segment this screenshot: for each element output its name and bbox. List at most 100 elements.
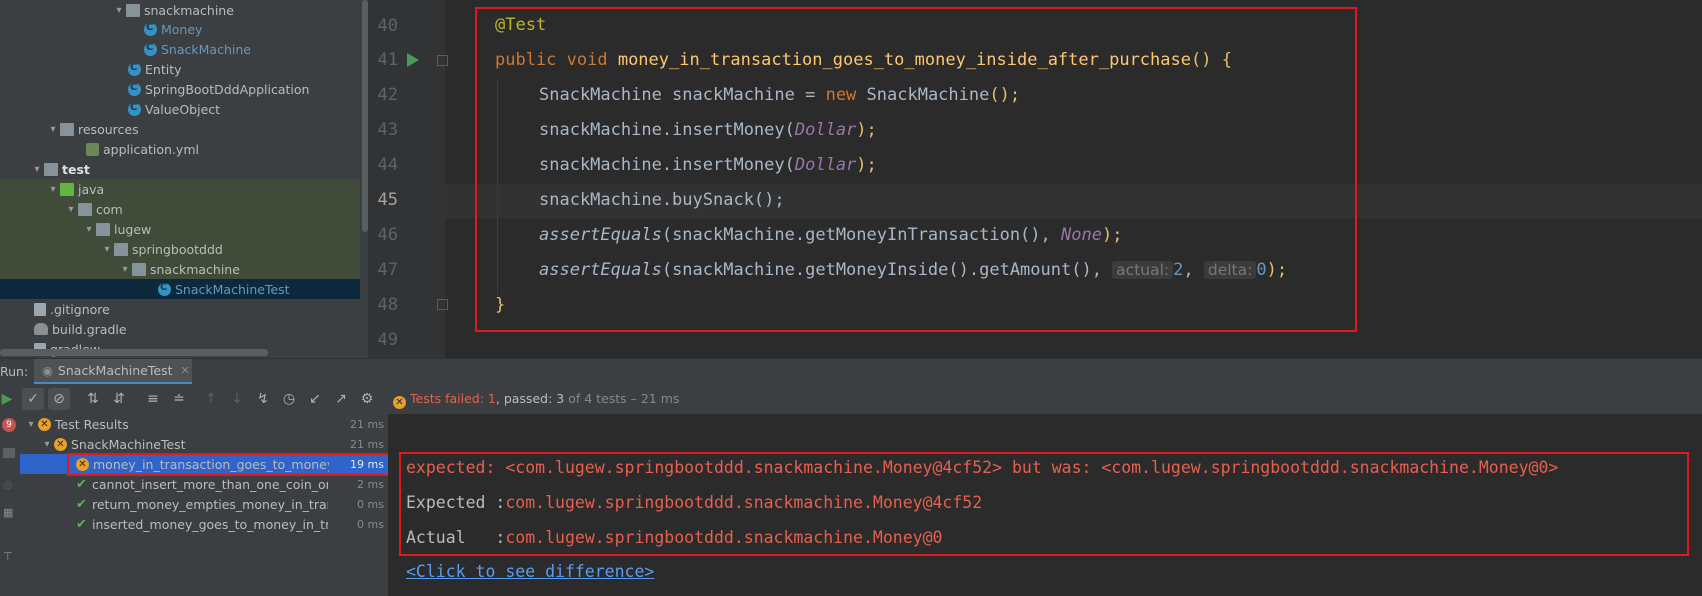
line-number: 44 — [377, 155, 398, 175]
tab-snackmachinetest[interactable]: ◉ SnackMachineTest ✕ — [34, 359, 192, 385]
tree-item-lugew[interactable]: ▾ lugew — [0, 219, 360, 239]
tree-item-entity[interactable]: Entity — [0, 59, 360, 79]
tree-item-snackmachine-test-package[interactable]: ▾ snackmachine — [0, 259, 360, 279]
line-number: 48 — [377, 295, 398, 315]
export-tests-icon[interactable]: ↗ — [330, 388, 352, 410]
run-side-strip: 9 ◎ ▦ ⊤ — [0, 414, 20, 596]
chevron-down-icon[interactable]: ▾ — [24, 419, 38, 430]
package-icon — [114, 242, 128, 256]
chevron-down-icon[interactable]: ▾ — [112, 5, 126, 16]
chevron-down-icon[interactable]: ▾ — [118, 264, 132, 275]
show-ignored-icon[interactable]: ⊘ — [48, 388, 70, 410]
test-folder-icon — [60, 182, 74, 196]
tree-item-com[interactable]: ▾ com — [0, 199, 360, 219]
tree-item-springbootddd[interactable]: ▾ springbootddd — [0, 239, 360, 259]
package-icon — [96, 222, 110, 236]
error-count-badge: 9 — [2, 418, 16, 432]
run-test-icon[interactable] — [407, 53, 419, 67]
class-icon — [128, 82, 141, 96]
line-number: 40 — [377, 16, 398, 36]
next-failed-icon[interactable]: ↓ — [226, 388, 248, 410]
tree-item-snackmachine[interactable]: ▾ snackmachine — [0, 0, 360, 20]
tree-item-resources[interactable]: ▾ resources — [0, 119, 360, 139]
layout-icon[interactable]: ▦ — [3, 506, 13, 519]
close-icon[interactable]: ✕ — [181, 364, 190, 377]
tree-item-application-yml[interactable]: application.yml — [0, 139, 360, 159]
test-row-passed[interactable]: ✔inserted_money_goes_to_money_in_transac… — [20, 514, 388, 534]
folder-icon — [126, 3, 140, 17]
class-icon — [158, 282, 171, 296]
rerun-icon[interactable]: ▶ — [0, 388, 18, 410]
chevron-down-icon[interactable]: ▾ — [46, 124, 60, 135]
package-icon — [132, 262, 146, 276]
settings-gear-icon[interactable]: ⚙ — [356, 388, 378, 410]
line-number: 47 — [377, 260, 398, 280]
tree-item-snackmachinetest[interactable]: SnackMachineTest — [0, 279, 360, 299]
tree-item-snackmachine-class[interactable]: SnackMachine — [0, 39, 360, 59]
chevron-down-icon[interactable]: ▾ — [46, 184, 60, 195]
test-row-passed[interactable]: ✔return_money_empties_money_in_transacti… — [20, 494, 388, 514]
class-icon — [144, 42, 157, 56]
line-number: 42 — [377, 85, 398, 105]
pin-icon[interactable]: ⊤ — [3, 550, 13, 563]
rerun-failed-icon[interactable]: ↯ — [252, 388, 274, 410]
tree-horizontal-scrollbar[interactable] — [0, 349, 268, 356]
sort-alphabetically-icon[interactable]: ⇅ — [82, 388, 104, 410]
collapse-all-icon[interactable]: ≐ — [168, 388, 190, 410]
pass-check-icon: ✔ — [76, 516, 87, 532]
failed-test-highlight-box — [67, 453, 393, 476]
tree-item-java[interactable]: ▾ java — [0, 179, 360, 199]
folder-icon — [44, 162, 58, 176]
see-difference-link[interactable]: <Click to see difference> — [406, 562, 654, 581]
import-tests-icon[interactable]: ↙ — [304, 388, 326, 410]
chevron-down-icon[interactable]: ▾ — [82, 224, 96, 235]
test-results-tree: ▾ ✕ Test Results 21 ms ▾ ✕ SnackMachineTest 21… — [20, 414, 388, 596]
chevron-down-icon[interactable]: ▾ — [100, 244, 114, 255]
sort-by-duration-icon[interactable]: ⇵ — [108, 388, 130, 410]
test-row-passed[interactable]: ✔cannot_insert_more_than_one_coin_or_not… — [20, 474, 388, 494]
tree-item-money[interactable]: Money — [0, 19, 360, 39]
code-highlight-box — [475, 7, 1357, 332]
gradle-icon: ◉ — [42, 363, 53, 378]
tree-node-snackmachinetest[interactable]: ▾ ✕ SnackMachineTest 21 ms — [20, 434, 388, 454]
run-label: Run: — [0, 364, 29, 379]
line-number: 43 — [377, 120, 398, 140]
console-highlight-box — [399, 452, 1689, 556]
run-toolbar: ▶ ✓ ⊘ ⇅ ⇵ ≡ ≐ ↑ ↓ ↯ ◷ ↙ ↗ ⚙ — [0, 384, 1702, 414]
package-icon — [78, 202, 92, 216]
tree-node-test-results[interactable]: ▾ ✕ Test Results 21 ms — [20, 414, 388, 434]
tree-item-gitignore[interactable]: .gitignore — [0, 299, 360, 319]
pass-check-icon: ✔ — [76, 476, 87, 492]
tree-item-springbootdddapplication[interactable]: SpringBootDddApplication — [0, 79, 360, 99]
camera-icon[interactable]: ◎ — [3, 478, 13, 491]
tree-item-valueobject[interactable]: ValueObject — [0, 99, 360, 119]
test-summary: ✕ Tests failed: 1, passed: 3 of 4 tests –… — [393, 391, 679, 409]
line-number: 46 — [377, 225, 398, 245]
folder-icon — [60, 122, 74, 136]
file-icon — [34, 302, 46, 316]
pass-check-icon: ✔ — [76, 496, 87, 512]
class-icon — [128, 62, 141, 76]
test-history-icon[interactable]: ◷ — [278, 388, 300, 410]
fold-icon[interactable] — [437, 55, 448, 66]
fail-icon: ✕ — [38, 417, 51, 431]
line-number: 41 — [377, 50, 398, 70]
previous-failed-icon[interactable]: ↑ — [200, 388, 222, 410]
line-number: 49 — [377, 330, 398, 350]
chevron-down-icon[interactable]: ▾ — [30, 164, 44, 175]
tree-item-build-gradle[interactable]: build.gradle — [0, 319, 360, 339]
project-tree: ▾snackmachine Money SnackMachine Entity … — [0, 0, 368, 358]
line-number: 45 — [377, 190, 398, 210]
tree-item-test[interactable]: ▾ test — [0, 159, 360, 179]
stop-icon[interactable] — [3, 448, 15, 458]
expand-all-icon[interactable]: ≡ — [142, 388, 164, 410]
run-tool-window-header: Run: ◉ SnackMachineTest ✕ — [0, 358, 1702, 385]
chevron-down-icon[interactable]: ▾ — [64, 204, 78, 215]
fold-icon[interactable] — [437, 299, 448, 310]
class-icon — [128, 102, 141, 116]
yml-file-icon — [86, 142, 99, 156]
show-passed-icon[interactable]: ✓ — [22, 388, 44, 410]
fail-icon: ✕ — [54, 437, 67, 451]
chevron-down-icon[interactable]: ▾ — [40, 439, 54, 450]
gradle-icon — [34, 323, 48, 335]
